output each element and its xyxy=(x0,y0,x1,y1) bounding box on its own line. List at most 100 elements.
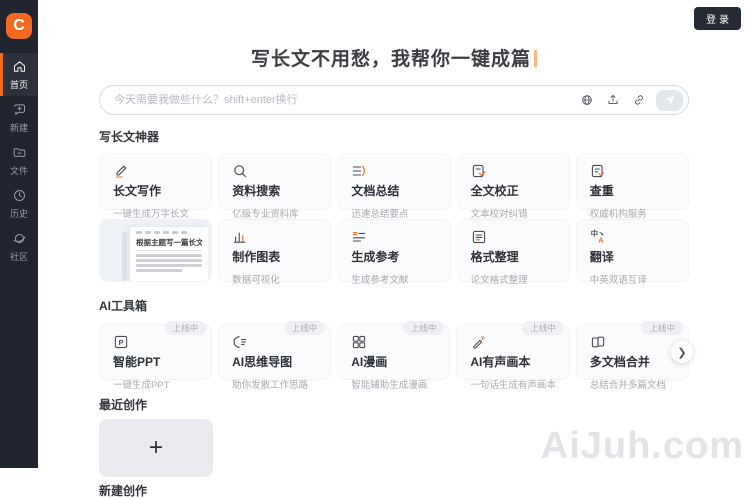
card-title: 智能PPT xyxy=(113,355,161,369)
sidebar-item-files[interactable]: 文件 xyxy=(0,139,38,182)
card-subtitle: 权威机构服务 xyxy=(589,209,647,220)
tools-row-1: 长文写作 一键生成万字长文 资料搜索 亿级专业资料库 文档总结 迅速总结要点 全… xyxy=(99,153,689,220)
toolbox-card-ai-comic[interactable]: 上线中 AI漫画 智能辅助生成漫画 xyxy=(337,321,451,391)
plus-icon: + xyxy=(148,434,163,461)
summary-icon xyxy=(351,162,436,179)
status-badge: 上线中 xyxy=(164,321,207,336)
app-logo[interactable]: C xyxy=(6,13,32,39)
sidebar-item-label: 社区 xyxy=(9,252,28,262)
search-icon xyxy=(232,162,317,179)
prompt-bar xyxy=(99,85,689,115)
card-title: 资料搜索 xyxy=(232,184,281,198)
card-subtitle: 迅速总结要点 xyxy=(351,209,409,220)
sidebar-item-label: 历史 xyxy=(9,209,28,219)
reference-icon xyxy=(351,228,436,245)
card-title: 多文档合并 xyxy=(589,355,650,369)
toolbox-row: 上线中 P 智能PPT 一键生成PPT 上线中 AI思维导图 助你发散工作思路 … xyxy=(99,321,693,391)
card-title: 翻译 xyxy=(589,250,614,264)
page-title: 写长文不用愁，我帮你一键成篇 xyxy=(250,49,531,70)
sidebar-item-label: 新建 xyxy=(9,123,28,133)
tool-card-material-search[interactable]: 资料搜索 亿级专业资料库 xyxy=(218,153,332,220)
card-title: 生成参考 xyxy=(351,250,400,264)
status-badge: 上线中 xyxy=(641,321,683,336)
section-title-tools: 写长文神器 xyxy=(99,130,160,144)
typing-cursor xyxy=(534,50,537,67)
card-subtitle: 助你发散工作思路 xyxy=(232,380,309,391)
community-icon xyxy=(12,231,27,248)
card-subtitle: 文本校对纠错 xyxy=(470,209,528,220)
tool-card-doc-summary[interactable]: 文档总结 迅速总结要点 xyxy=(337,153,451,220)
card-title: AI漫画 xyxy=(351,355,388,369)
card-title: AI思维导图 xyxy=(232,355,293,369)
status-badge: 上线中 xyxy=(522,321,564,336)
toolbox-card-ai-audiobook[interactable]: 上线中 AI有声画本 一句话生成有声画本 xyxy=(456,321,570,391)
card-title: 查重 xyxy=(589,184,614,198)
card-subtitle: 生成参考文献 xyxy=(351,275,409,286)
globe-icon[interactable] xyxy=(580,93,594,107)
send-button[interactable] xyxy=(656,89,683,111)
card-subtitle: 一键生成PPT xyxy=(113,380,170,391)
card-title: 文档总结 xyxy=(351,184,400,198)
pencil-icon xyxy=(113,162,198,179)
send-icon xyxy=(665,95,674,105)
sidebar-item-new[interactable]: 新建 xyxy=(0,96,38,139)
prompt-input[interactable] xyxy=(114,94,574,106)
card-title: 格式整理 xyxy=(470,250,519,264)
tool-card-duplicate-check[interactable]: 查重 权威机构服务 xyxy=(575,153,689,220)
sidebar-item-home[interactable]: 首页 xyxy=(0,53,38,96)
history-icon xyxy=(12,188,27,205)
preview-heading: 根据主题写一篇长文… xyxy=(136,237,203,251)
toolbox-card-smart-ppt[interactable]: 上线中 P 智能PPT 一键生成PPT xyxy=(99,321,213,391)
card-title: 长文写作 xyxy=(113,184,162,198)
login-button[interactable]: 登录 xyxy=(694,7,741,30)
preview-page: 根据主题写一篇长文… xyxy=(130,227,209,281)
card-title: 全文校正 xyxy=(470,184,519,198)
tool-card-proofread[interactable]: 全文校正 文本校对纠错 xyxy=(456,153,570,220)
upload-icon[interactable] xyxy=(606,93,620,107)
chart-icon xyxy=(232,228,317,245)
sidebar-item-label: 文件 xyxy=(9,166,28,176)
link-icon[interactable] xyxy=(632,93,646,107)
tool-card-generate-reference[interactable]: 生成参考 生成参考文献 xyxy=(337,219,451,286)
files-icon xyxy=(12,145,27,162)
content: 写长文神器 长文写作 一键生成万字长文 资料搜索 亿级专业资料库 文档总结 迅速… xyxy=(99,128,693,499)
tool-card-translate[interactable]: 中A 翻译 中英双语互译 xyxy=(575,219,689,286)
preview-toolbar xyxy=(136,231,202,234)
duplicate-check-icon xyxy=(590,162,675,179)
preview-strip xyxy=(122,232,127,281)
card-subtitle: 亿级专业资料库 xyxy=(232,209,299,220)
card-subtitle: 数据可视化 xyxy=(232,275,280,286)
toolbox-card-ai-mindmap[interactable]: 上线中 AI思维导图 助你发散工作思路 xyxy=(218,321,332,391)
sidebar-item-label: 首页 xyxy=(9,80,28,90)
card-subtitle: 中英双语互译 xyxy=(589,275,647,286)
card-title: 制作图表 xyxy=(232,250,281,264)
main-area: 登录 写长文不用愁，我帮你一键成篇 写长文神器 长文写作 一键生成万字长文 xyxy=(38,0,750,498)
tool-card-longform-writing[interactable]: 长文写作 一键生成万字长文 xyxy=(99,153,213,220)
sidebar-item-community[interactable]: 社区 xyxy=(0,225,38,268)
sidebar-nav: 首页 新建 文件 历史 社区 xyxy=(0,53,38,268)
mindmap-icon xyxy=(232,333,317,350)
svg-text:中: 中 xyxy=(591,229,598,238)
tool-card-format-cleanup[interactable]: 格式整理 论文格式整理 xyxy=(456,219,570,286)
svg-text:P: P xyxy=(119,338,124,347)
hero: 写长文不用愁，我帮你一键成篇 xyxy=(38,44,750,71)
card-subtitle: 一句话生成有声画本 xyxy=(470,380,556,391)
document-preview-card[interactable]: 根据主题写一篇长文… xyxy=(99,219,213,282)
new-chat-icon xyxy=(12,102,27,119)
tools-row-2: 根据主题写一篇长文… 制作图表 数据可视化 生成参考 生成参考文献 格式整理 xyxy=(99,219,689,286)
merge-docs-icon xyxy=(590,333,675,350)
toolbox-more-button[interactable]: ❯ xyxy=(671,341,693,363)
card-subtitle: 一键生成万字长文 xyxy=(113,209,190,220)
svg-text:A: A xyxy=(598,236,603,245)
chevron-right-icon: ❯ xyxy=(677,346,687,359)
translate-icon: 中A xyxy=(590,228,675,245)
tool-card-make-chart[interactable]: 制作图表 数据可视化 xyxy=(218,219,332,286)
section-title-recent: 最近创作 xyxy=(99,398,148,412)
sidebar: C 首页 新建 文件 历史 社区 xyxy=(0,0,38,468)
sidebar-item-history[interactable]: 历史 xyxy=(0,182,38,225)
home-icon xyxy=(12,59,27,76)
card-subtitle: 总结合并多篇文档 xyxy=(589,380,666,391)
status-badge: 上线中 xyxy=(283,321,326,336)
new-creation-button[interactable]: + xyxy=(99,419,213,477)
new-creation-label: 新建创作 xyxy=(99,484,148,498)
